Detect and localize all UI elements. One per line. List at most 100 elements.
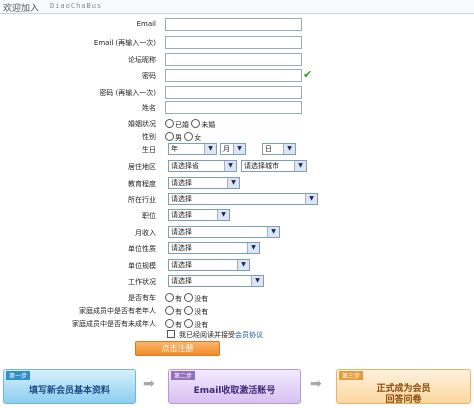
dropdown-arrow-icon: ▼ xyxy=(305,194,317,204)
education-label: 教育程度 xyxy=(128,180,156,188)
step-1-tag: 第一步 xyxy=(6,371,31,380)
password-confirm-input[interactable] xyxy=(165,86,302,99)
position-row: 职位 请选择 ▼ xyxy=(0,208,474,224)
income-row: 月收入 请选择 ▼ xyxy=(0,225,474,241)
birthday-label: 生日 xyxy=(142,146,156,154)
email-input[interactable] xyxy=(165,18,302,31)
dropdown-arrow-icon: ▼ xyxy=(204,144,216,154)
company-size-select[interactable]: 请选择 ▼ xyxy=(168,259,250,271)
company-type-row: 单位性质 请选择 ▼ xyxy=(0,241,474,257)
position-select[interactable]: 请选择 ▼ xyxy=(168,209,230,221)
step-1-box: 第一步 填写新会员基本资料 xyxy=(3,369,136,404)
unmarried-radio[interactable] xyxy=(191,119,201,128)
car-no-label: 没有 xyxy=(194,295,209,303)
step-3-box: 第三步 正式成为会员 回答问卷 xyxy=(336,369,471,405)
position-label: 职位 xyxy=(142,212,156,220)
arrow-right-icon: ➡ xyxy=(143,376,155,392)
company-type-select[interactable]: 请选择 ▼ xyxy=(168,242,260,254)
dropdown-arrow-icon: ▼ xyxy=(247,243,259,253)
registration-form: Email Email (再输入一次) 论坛昵称 密码 ✔ 密码 (再输入一次)… xyxy=(0,0,474,408)
industry-label: 所在行业 xyxy=(128,196,156,204)
education-select[interactable]: 请选择 ▼ xyxy=(168,177,240,189)
password-label: 密码 xyxy=(142,72,156,80)
elderly-no-radio[interactable] xyxy=(184,306,194,315)
nickname-input[interactable] xyxy=(165,53,302,66)
company-type-label: 单位性质 xyxy=(128,245,156,253)
member-agreement-link[interactable]: 会员协议 xyxy=(235,331,263,339)
day-select[interactable]: 日 ▼ xyxy=(262,143,296,155)
residence-row: 居住地区 请选择省 ▼ 请选择城市 ▼ xyxy=(0,159,474,175)
has-elderly-label: 家庭成员中是否有老年人 xyxy=(79,307,156,315)
month-value: 月 xyxy=(223,145,230,153)
elderly-no-label: 没有 xyxy=(194,308,209,316)
arrow-right-icon: ➡ xyxy=(310,376,322,392)
city-select[interactable]: 请选择城市 ▼ xyxy=(241,160,307,172)
dropdown-arrow-icon: ▼ xyxy=(251,276,263,286)
register-button[interactable]: 点击注册 xyxy=(135,341,220,356)
email-confirm-input[interactable] xyxy=(165,36,302,49)
married-label: 已婚 xyxy=(175,121,189,129)
education-row: 教育程度 请选择 ▼ xyxy=(0,176,474,192)
marital-label: 婚姻状况 xyxy=(128,120,156,128)
income-label: 月收入 xyxy=(135,229,156,237)
password-confirm-row: 密码 (再输入一次) xyxy=(0,85,474,101)
province-value: 请选择省 xyxy=(171,162,199,170)
password-row: 密码 ✔ xyxy=(0,68,474,84)
city-value: 请选择城市 xyxy=(244,162,279,170)
dropdown-arrow-icon: ▼ xyxy=(294,161,306,171)
province-select[interactable]: 请选择省 ▼ xyxy=(168,160,237,172)
name-row: 姓名 xyxy=(0,100,474,116)
industry-row: 所在行业 请选择 ▼ xyxy=(0,192,474,208)
has-car-label: 是否有车 xyxy=(128,294,156,302)
name-input[interactable] xyxy=(165,101,302,114)
work-status-select[interactable]: 请选择 ▼ xyxy=(168,275,264,287)
dropdown-arrow-icon: ▼ xyxy=(283,144,295,154)
dropdown-arrow-icon: ▼ xyxy=(233,144,245,154)
income-select[interactable]: 请选择 ▼ xyxy=(168,226,280,238)
email-confirm-row: Email (再输入一次) xyxy=(0,35,474,51)
car-no-radio[interactable] xyxy=(184,293,194,302)
password-input[interactable] xyxy=(165,69,302,82)
birthday-row: 生日 年 ▼ 月 ▼ 日 ▼ xyxy=(0,142,474,158)
male-radio[interactable] xyxy=(165,132,174,141)
email-row: Email xyxy=(0,17,474,33)
month-select[interactable]: 月 ▼ xyxy=(220,143,246,155)
year-value: 年 xyxy=(171,145,178,153)
email-confirm-label: Email (再输入一次) xyxy=(93,39,156,47)
car-yes-radio[interactable] xyxy=(165,293,174,302)
elderly-yes-radio[interactable] xyxy=(165,306,174,315)
password-confirm-label: 密码 (再输入一次) xyxy=(99,89,156,97)
work-status-row: 工作状况 请选择 ▼ xyxy=(0,274,474,290)
female-label: 女 xyxy=(194,134,202,142)
female-radio[interactable] xyxy=(184,132,194,141)
agree-checkbox[interactable] xyxy=(167,330,175,338)
company-size-value: 请选择 xyxy=(171,261,192,269)
step-2-text: Email收取激活账号 xyxy=(193,386,276,396)
check-icon: ✔ xyxy=(303,68,313,81)
nickname-row: 论坛昵称 xyxy=(0,52,474,68)
elderly-yes-label: 有 xyxy=(175,308,182,316)
dropdown-arrow-icon: ▼ xyxy=(217,210,229,220)
industry-value: 请选择 xyxy=(171,195,192,203)
car-yes-label: 有 xyxy=(175,295,182,303)
agree-row: 我已经阅读并接受会员协议 xyxy=(0,327,474,343)
income-value: 请选择 xyxy=(171,228,192,236)
dropdown-arrow-icon: ▼ xyxy=(227,178,239,188)
unmarried-label: 未婚 xyxy=(201,121,216,129)
dropdown-arrow-icon: ▼ xyxy=(224,161,236,171)
industry-select[interactable]: 请选择 ▼ xyxy=(168,193,318,205)
gender-label: 性别 xyxy=(142,133,156,141)
year-select[interactable]: 年 ▼ xyxy=(168,143,217,155)
company-size-row: 单位规模 请选择 ▼ xyxy=(0,258,474,274)
company-size-label: 单位规模 xyxy=(128,262,156,270)
position-value: 请选择 xyxy=(171,211,192,219)
residence-label: 居住地区 xyxy=(128,163,156,171)
dropdown-arrow-icon: ▼ xyxy=(237,260,249,270)
agree-text: 我已经阅读并接受 xyxy=(179,331,235,339)
nickname-label: 论坛昵称 xyxy=(128,56,156,64)
company-type-value: 请选择 xyxy=(171,244,192,252)
work-status-value: 请选择 xyxy=(171,277,192,285)
step-3-text-2: 回答问卷 xyxy=(385,395,422,405)
married-radio[interactable] xyxy=(165,119,174,128)
step-2-tag: 第二步 xyxy=(171,371,196,380)
